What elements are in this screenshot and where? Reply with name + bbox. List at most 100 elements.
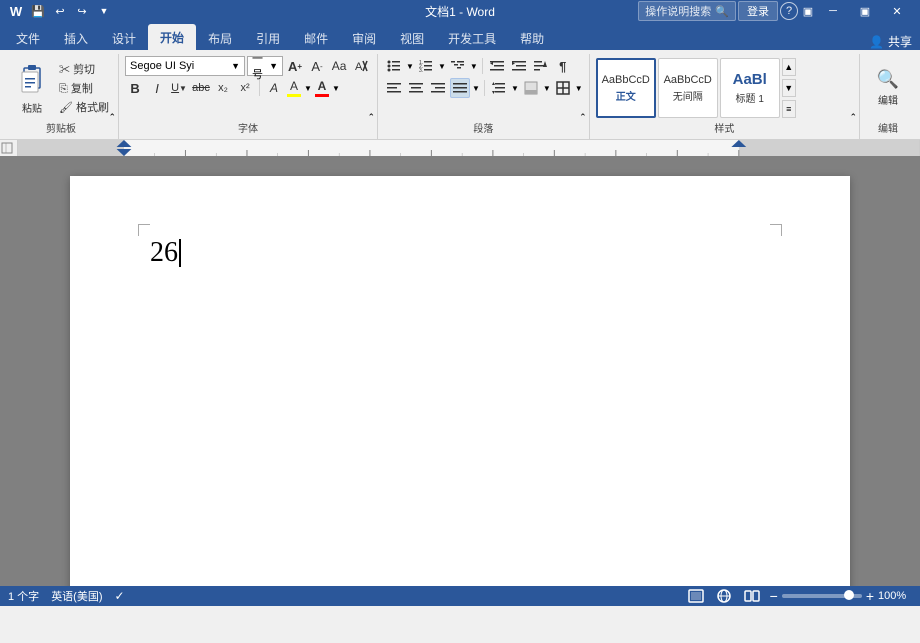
language-label[interactable]: 英语(美国) [51,588,102,604]
redo-icon[interactable]: ↪ [74,3,90,19]
borders-dropdown[interactable]: ▼ [575,84,583,93]
font-size-dropdown-icon: ▼ [269,61,278,71]
bold-button[interactable]: B [125,78,145,98]
tab-file[interactable]: 文件 [4,26,52,50]
tab-insert[interactable]: 插入 [52,26,100,50]
align-left-button[interactable] [384,78,404,98]
highlight-button[interactable]: A [286,78,302,98]
help-icon[interactable]: ? [780,2,798,20]
italic-button[interactable]: I [147,78,167,98]
shading-button[interactable] [521,78,541,98]
line-spacing-dropdown[interactable]: ▼ [511,84,519,93]
clipboard-expand[interactable]: ⌃ [108,112,116,123]
justify-button[interactable] [450,78,470,98]
superscript-button[interactable]: x² [235,78,255,98]
styles-scroll-up[interactable]: ▲ [782,58,796,76]
copy-button[interactable]: ⎘ 复制 [56,79,112,97]
paste-button[interactable]: 粘贴 [10,56,54,120]
restore-button[interactable]: ▣ [850,0,880,22]
minimize-button[interactable]: ─ [818,0,848,22]
login-button[interactable]: 登录 [738,1,778,21]
tab-view[interactable]: 视图 [388,26,436,50]
web-view-button[interactable] [714,589,734,603]
tab-layout[interactable]: 布局 [196,26,244,50]
sort-button[interactable] [531,56,551,76]
styles-more[interactable]: ≡ [782,100,796,118]
text-effects-button[interactable]: A [264,78,284,98]
tab-developer[interactable]: 开发工具 [436,26,508,50]
zoom-slider-thumb[interactable] [844,590,854,600]
zoom-area: − + 100% [770,588,912,604]
editing-button[interactable]: 🔍 编辑 [866,56,910,120]
editing-label-section: 编辑 [860,120,916,135]
zoom-percent-label[interactable]: 100% [878,590,912,602]
style-sublabel-no-spacing: 无间隔 [673,88,703,103]
styles-scroll-down[interactable]: ▼ [782,79,796,97]
titlebar-right: 操作说明搜索 🔍 登录 ? ▣ ─ ▣ ✕ [638,0,912,22]
cut-button[interactable]: ✂ 剪切 [56,60,112,78]
font-color-button[interactable]: A [314,78,330,98]
subscript-button[interactable]: x₂ [213,78,233,98]
font-grow-button[interactable]: A+ [285,56,305,76]
tab-references[interactable]: 引用 [244,26,292,50]
underline-dropdown-icon: ▼ [179,84,187,93]
increase-indent-button[interactable] [509,56,529,76]
styles-section: AaBbCcD 正文 AaBbCcD 无间隔 AaBl 标题 1 ▲ ▼ ≡ 样… [590,54,860,139]
word-count-label[interactable]: 1 个字 [8,588,39,604]
justify-dropdown[interactable]: ▼ [472,84,480,93]
numbering-dropdown[interactable]: ▼ [438,62,446,71]
format-paint-button[interactable]: 🖌 格式刷 [56,98,112,116]
style-item-no-spacing[interactable]: AaBbCcD 无间隔 [658,58,718,118]
tab-home[interactable]: 开始 [148,24,196,50]
search-icon: 🔍 [715,5,729,18]
zoom-slider[interactable] [782,594,862,598]
clear-formatting-button[interactable]: A [351,56,371,76]
share-button[interactable]: 👤 共享 [869,33,912,50]
show-marks-button[interactable]: ¶ [553,56,573,76]
align-center-button[interactable] [406,78,426,98]
print-view-button[interactable] [686,589,706,603]
zoom-plus-button[interactable]: + [866,588,874,604]
tab-design[interactable]: 设计 [100,26,148,50]
document-page[interactable]: 26 [70,176,850,586]
zoom-minus-button[interactable]: − [770,588,778,604]
multilevel-list-button[interactable] [448,56,468,76]
search-box[interactable]: 操作说明搜索 🔍 [638,1,736,21]
style-item-normal[interactable]: AaBbCcD 正文 [596,58,656,118]
ruler-corner[interactable] [0,140,18,156]
bullets-dropdown[interactable]: ▼ [406,62,414,71]
bullets-button[interactable] [384,56,404,76]
font-expand[interactable]: ⌃ [367,112,375,123]
numbering-button[interactable]: 1. 2. 3. [416,56,436,76]
line-spacing-button[interactable] [489,78,509,98]
font-row2: B I U ▼ abc x₂ x² A A ▼ A [125,78,371,98]
tab-review[interactable]: 审阅 [340,26,388,50]
tab-mailings[interactable]: 邮件 [292,26,340,50]
read-view-button[interactable] [742,589,762,603]
underline-button[interactable]: U ▼ [169,78,189,98]
strikethrough-button[interactable]: abc [191,78,211,98]
paragraph-expand[interactable]: ⌃ [579,112,587,123]
customize-qat-icon[interactable]: ▼ [96,3,112,19]
font-name-selector[interactable]: Segoe UI Syi ▼ [125,56,245,76]
align-right-button[interactable] [428,78,448,98]
undo-icon[interactable]: ↩ [52,3,68,19]
save-icon[interactable]: 💾 [30,3,46,19]
document-content[interactable]: 26 [150,236,770,270]
highlight-dropdown-icon[interactable]: ▼ [304,84,312,93]
style-item-heading1[interactable]: AaBl 标题 1 [720,58,780,118]
close-button[interactable]: ✕ [882,0,912,22]
shading-dropdown[interactable]: ▼ [543,84,551,93]
styles-expand[interactable]: ⌃ [849,112,857,123]
change-case-button[interactable]: Aa [329,56,349,76]
borders-button[interactable] [553,78,573,98]
window-restore-icon[interactable]: ▣ [800,3,816,19]
spell-check-icon[interactable]: ✓ [115,589,125,603]
tab-help[interactable]: 帮助 [508,26,556,50]
font-shrink-button[interactable]: A- [307,56,327,76]
decrease-indent-button[interactable] [487,56,507,76]
multilevel-dropdown[interactable]: ▼ [470,62,478,71]
paragraph-label: 段落 [378,120,589,135]
font-size-selector[interactable]: 一号 ▼ [247,56,283,76]
font-color-dropdown-icon[interactable]: ▼ [332,84,340,93]
